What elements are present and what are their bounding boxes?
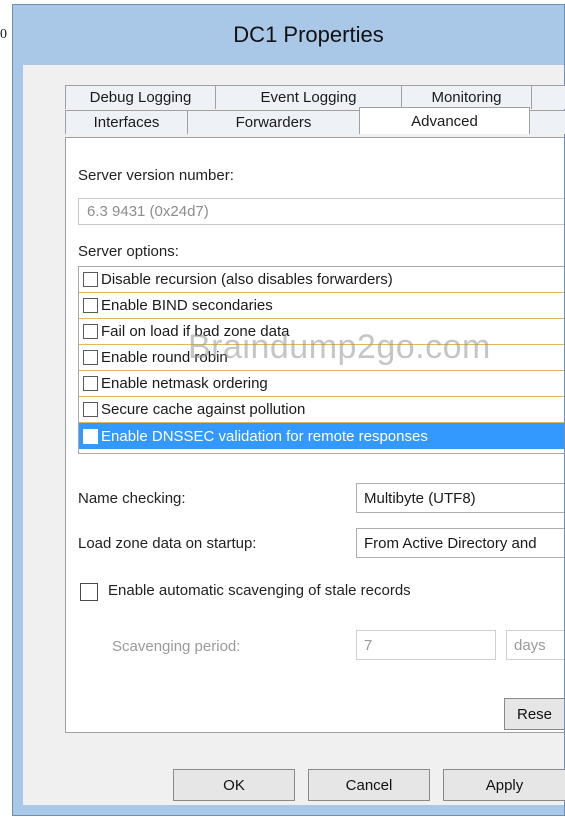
version-field: 6.3 9431 (0x24d7) [78, 198, 564, 225]
option-disable-recursion[interactable]: Disable recursion (also disables forward… [79, 267, 564, 293]
option-label: Secure cache against pollution [101, 401, 306, 418]
tab-row-front: Interfaces Forwarders Advanced [65, 107, 565, 134]
tab-event-logging[interactable]: Event Logging [215, 85, 402, 109]
properties-dialog: DC1 Properties Debug Logging Event Loggi… [12, 4, 565, 816]
option-fail-on-load[interactable]: Fail on load if bad zone data [79, 319, 564, 345]
ok-button[interactable]: OK [173, 769, 295, 801]
name-checking-select[interactable]: Multibyte (UTF8) [356, 483, 564, 513]
checkbox-icon[interactable] [83, 324, 98, 339]
scavenging-period-input[interactable]: 7 [356, 630, 496, 660]
name-checking-label: Name checking: [78, 490, 186, 507]
version-label: Server version number: [78, 167, 234, 184]
option-label: Enable DNSSEC validation for remote resp… [101, 427, 428, 445]
checkbox-icon[interactable] [83, 350, 98, 365]
load-zone-label: Load zone data on startup: [78, 535, 257, 552]
tab-advanced[interactable]: Advanced [359, 107, 530, 134]
tab-overflow-2[interactable] [529, 110, 565, 134]
tab-monitoring[interactable]: Monitoring [401, 85, 532, 109]
apply-button[interactable]: Apply [443, 769, 565, 801]
tab-forwarders[interactable]: Forwarders [187, 110, 360, 134]
option-enable-bind-secondaries[interactable]: Enable BIND secondaries [79, 293, 564, 319]
checkbox-icon[interactable] [83, 272, 98, 287]
load-zone-select[interactable]: From Active Directory and [356, 528, 564, 558]
tab-debug-logging[interactable]: Debug Logging [65, 85, 216, 109]
reset-button[interactable]: Rese [504, 698, 564, 730]
tab-overflow[interactable] [531, 85, 565, 109]
tab-interfaces[interactable]: Interfaces [65, 110, 188, 134]
option-label: Fail on load if bad zone data [101, 323, 290, 340]
option-round-robin[interactable]: Enable round robin [79, 345, 564, 371]
option-label: Enable round robin [101, 349, 228, 366]
option-dnssec-validation[interactable]: Enable DNSSEC validation for remote resp… [79, 423, 564, 449]
scavenging-unit-select[interactable]: days [506, 630, 564, 660]
option-label: Enable netmask ordering [101, 375, 268, 392]
advanced-panel: Server version number: 6.3 9431 (0x24d7)… [65, 137, 564, 733]
option-netmask-ordering[interactable]: Enable netmask ordering [79, 371, 564, 397]
checkbox-icon[interactable] [83, 298, 98, 313]
edge-number: 0 [0, 27, 7, 42]
scavenging-label: Enable automatic scavenging of stale rec… [108, 582, 411, 599]
checkbox-icon[interactable] [83, 402, 98, 417]
checkbox-icon[interactable] [83, 376, 98, 391]
title-bar: DC1 Properties [13, 5, 564, 65]
cancel-button[interactable]: Cancel [308, 769, 430, 801]
option-label: Enable BIND secondaries [101, 297, 273, 314]
checkbox-icon[interactable] [83, 428, 98, 444]
server-options-list[interactable]: Disable recursion (also disables forward… [78, 266, 564, 454]
server-options-label: Server options: [78, 243, 179, 260]
scavenging-period-label: Scavenging period: [112, 638, 241, 655]
option-label: Disable recursion (also disables forward… [101, 271, 393, 288]
scavenging-checkbox[interactable] [80, 583, 98, 601]
option-secure-cache[interactable]: Secure cache against pollution [79, 397, 564, 423]
window-title: DC1 Properties [233, 22, 384, 47]
tab-row-back: Debug Logging Event Logging Monitoring [65, 85, 565, 109]
dialog-client-area: Debug Logging Event Logging Monitoring I… [23, 65, 565, 805]
